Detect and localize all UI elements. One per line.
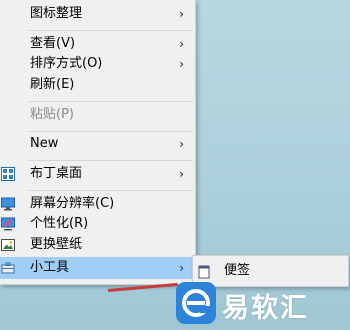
desktop-context-menu: 图标整理 › 查看(V) › 排序方式(O) › 刷新(E) 粘贴(P) New… — [0, 0, 196, 285]
menu-item-label: 便签 — [224, 263, 251, 278]
chevron-right-icon: › — [179, 57, 184, 71]
menu-item-label: 粘贴(P) — [30, 107, 74, 122]
menu-item-label: 屏幕分辨率(C) — [30, 196, 115, 211]
menu-item-label: 刷新(E) — [30, 77, 75, 92]
menu-item-change-wallpaper[interactable]: 更换壁纸 — [0, 234, 195, 256]
chevron-right-icon: › — [179, 37, 184, 51]
menu-item-label: New — [30, 136, 59, 151]
menu-separator — [28, 160, 193, 161]
toolbox-icon — [1, 261, 15, 275]
menu-separator — [28, 30, 193, 31]
menu-separator — [28, 190, 193, 191]
sticky-note-icon — [197, 264, 211, 279]
menu-item-label: 个性化(R) — [30, 216, 89, 231]
menu-item-label: 图标整理 — [30, 6, 83, 21]
chevron-right-icon: › — [179, 167, 184, 181]
menu-item-personalize[interactable]: 个性化(R) — [0, 213, 195, 235]
chevron-right-icon: › — [179, 7, 184, 21]
menu-item-buding-desktop[interactable]: 布丁桌面 › — [0, 163, 195, 185]
personalize-icon — [1, 217, 15, 231]
menu-item-paste: 粘贴(P) — [0, 104, 195, 126]
brand-logo-icon — [176, 282, 216, 324]
menu-item-arrange-icons[interactable]: 图标整理 › — [0, 3, 195, 25]
menu-item-screen-resolution[interactable]: 屏幕分辨率(C) — [0, 193, 195, 215]
menu-item-gadgets[interactable]: 小工具 › — [0, 257, 195, 279]
menu-item-label: 布丁桌面 — [30, 166, 83, 181]
monitor-icon — [1, 197, 15, 211]
menu-separator — [28, 101, 193, 102]
menu-item-label: 排序方式(O) — [30, 56, 103, 71]
app-grid-icon — [1, 167, 15, 181]
wallpaper-icon — [1, 238, 15, 252]
menu-separator — [28, 131, 193, 132]
submenu-item-sticky-notes[interactable]: 便签 — [193, 259, 348, 283]
watermark-logo: 易软汇 — [176, 282, 348, 328]
menu-item-label: 更换壁纸 — [30, 237, 83, 252]
menu-item-view[interactable]: 查看(V) › — [0, 33, 195, 55]
menu-item-new[interactable]: New › — [0, 133, 195, 155]
menu-item-label: 小工具 — [30, 260, 70, 275]
watermark-text: 易软汇 — [222, 293, 309, 324]
menu-item-refresh[interactable]: 刷新(E) — [0, 74, 195, 96]
menu-item-label: 查看(V) — [30, 36, 76, 51]
chevron-right-icon: › — [179, 261, 184, 275]
chevron-right-icon: › — [179, 137, 184, 151]
menu-item-sort-by[interactable]: 排序方式(O) › — [0, 53, 195, 75]
